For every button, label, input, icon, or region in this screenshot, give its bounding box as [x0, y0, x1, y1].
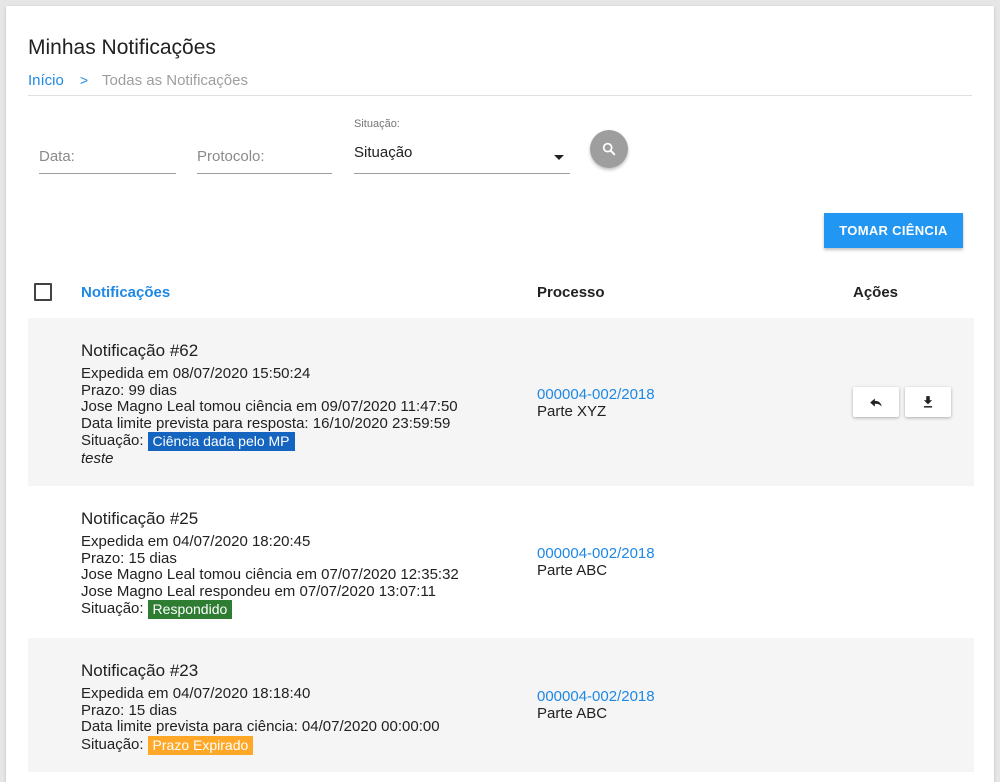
processo-parte: Parte ABC [537, 705, 608, 722]
status-badge: Ciência dada pelo MP [147, 432, 295, 451]
status-badge: Prazo Expirado [147, 735, 254, 755]
data-field[interactable]: Data: [39, 136, 176, 174]
column-header-acoes: Ações [853, 284, 899, 301]
notifications-card: Minhas Notificações Início > Todas as No… [6, 6, 994, 782]
situacao-select-underline [354, 173, 570, 174]
notification-line: Expedida em 08/07/2020 15:50:24 [81, 365, 311, 382]
notification-info: Notificação #23 Expedida em 04/07/2020 1… [81, 660, 440, 755]
notification-title: Notificação #62 [81, 341, 199, 360]
situacao-select[interactable]: Situação: Situação [354, 118, 570, 174]
select-all-checkbox[interactable] [34, 283, 52, 301]
search-icon [602, 142, 616, 156]
protocolo-field[interactable]: Protocolo: [197, 136, 332, 174]
notification-line: Expedida em 04/07/2020 18:18:40 [81, 685, 311, 702]
processo-cell: 000004-002/2018 Parte XYZ [537, 386, 655, 420]
protocolo-field-underline [197, 173, 332, 174]
protocolo-field-placeholder: Protocolo: [197, 148, 265, 165]
table-row: Notificação #25 Expedida em 04/07/2020 1… [28, 486, 974, 638]
title-divider [28, 95, 972, 96]
situacao-select-value: Situação [354, 144, 413, 161]
situacao-label: Situação: [81, 432, 144, 450]
column-header-notificacoes[interactable]: Notificações [81, 284, 170, 301]
dropdown-arrow-icon [554, 155, 564, 160]
download-button[interactable] [905, 387, 951, 417]
reply-icon [870, 398, 882, 407]
processo-link[interactable]: 000004-002/2018 [537, 688, 655, 705]
notification-line: Jose Magno Leal tomou ciência em 07/07/2… [81, 566, 459, 583]
notification-line: Prazo: 99 dias [81, 381, 177, 399]
processo-link[interactable]: 000004-002/2018 [537, 386, 655, 403]
processo-link[interactable]: 000004-002/2018 [537, 545, 655, 562]
chevron-right-icon: > [79, 72, 89, 88]
notification-line: Data limite prevista para resposta: 16/1… [81, 414, 451, 432]
notification-note: teste [81, 450, 114, 467]
tomar-ciencia-button[interactable]: TOMAR CIÊNCIA [824, 213, 963, 248]
notification-line: Prazo: 15 dias [81, 549, 177, 567]
notification-title: Notificação #23 [81, 661, 199, 680]
notification-line: Prazo: 15 dias [81, 701, 177, 719]
situacao-line: Situação: Prazo Expirado [81, 735, 440, 755]
situacao-line: Situação: Ciência dada pelo MP [81, 432, 458, 451]
table-row: Notificação #62 Expedida em 08/07/2020 1… [28, 318, 974, 486]
data-field-underline [39, 173, 176, 174]
notification-line: Expedida em 04/07/2020 18:20:45 [81, 533, 311, 550]
download-icon [923, 396, 933, 408]
status-badge: Respondido [147, 600, 233, 619]
processo-cell: 000004-002/2018 Parte ABC [537, 545, 655, 579]
page-title: Minhas Notificações [28, 36, 216, 59]
processo-cell: 000004-002/2018 Parte ABC [537, 688, 655, 722]
table-header: Notificações Processo Ações [28, 276, 974, 312]
notification-line: Jose Magno Leal respondeu em 07/07/2020 … [81, 582, 436, 600]
reply-button[interactable] [853, 387, 899, 417]
breadcrumb-current: Todas as Notificações [102, 71, 248, 89]
search-button[interactable] [590, 130, 628, 168]
processo-parte: Parte XYZ [537, 403, 607, 420]
notification-line: Jose Magno Leal tomou ciência em 09/07/2… [81, 398, 458, 415]
breadcrumb: Início > Todas as Notificações [28, 70, 248, 90]
notification-info: Notificação #25 Expedida em 04/07/2020 1… [81, 508, 459, 619]
notification-line: Data limite prevista para ciência: 04/07… [81, 718, 440, 735]
notification-info: Notificação #62 Expedida em 08/07/2020 1… [81, 340, 458, 468]
data-field-placeholder: Data: [39, 148, 75, 165]
situacao-label: Situação: [81, 735, 144, 753]
processo-parte: Parte ABC [537, 562, 608, 579]
breadcrumb-home-link[interactable]: Início [28, 72, 64, 89]
situacao-label: Situação: [81, 600, 144, 618]
situacao-select-label: Situação: [354, 118, 400, 130]
column-header-processo: Processo [537, 284, 605, 301]
situacao-line: Situação: Respondido [81, 600, 459, 619]
table-row: Notificação #23 Expedida em 04/07/2020 1… [28, 638, 974, 772]
notification-title: Notificação #25 [81, 509, 199, 528]
